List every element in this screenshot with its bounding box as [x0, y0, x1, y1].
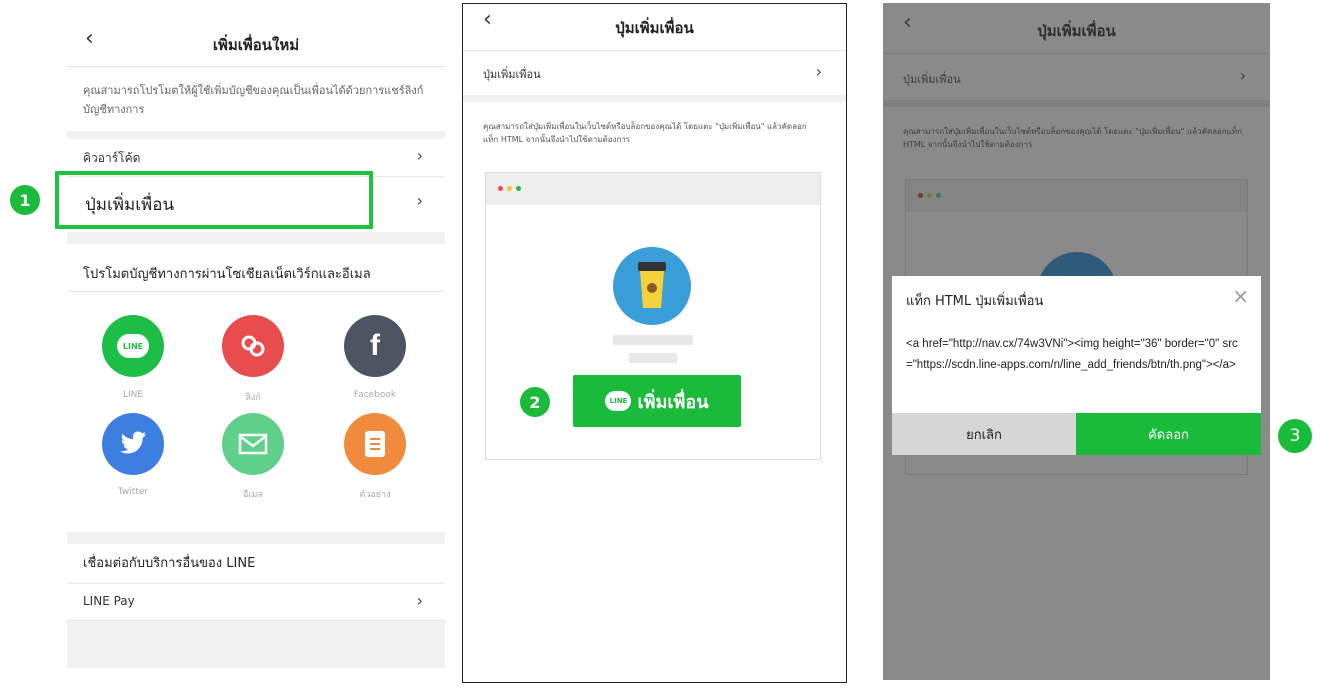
close-icon[interactable]: × [1232, 284, 1249, 308]
twitter-icon [120, 431, 146, 454]
share-link-label: ลิงก์ [245, 393, 261, 403]
share-twitter-label: Twitter [117, 487, 149, 497]
placeholder-bar [613, 335, 693, 345]
html-tag-dialog: แท็ก HTML ปุ่มเพิ่มเพื่อน × <a href="htt… [892, 276, 1261, 455]
page-description: คุณสามารถโปรโมตให้ผู้ใช้เพิ่มบัญชีของคุณ… [83, 84, 424, 116]
share-facebook-label: Facebook [353, 390, 397, 400]
cancel-button-label: ยกเลิก [966, 427, 1002, 443]
coffee-cup-icon [638, 262, 666, 308]
copy-button-label: คัดลอก [1148, 427, 1189, 443]
add-friend-line-button[interactable]: LINE เพิ่มเพื่อน [573, 375, 741, 427]
menu-row-label: ปุ่มเพิ่มเพื่อน [483, 68, 541, 81]
menu-row-label: คิวอาร์โค้ด [83, 151, 141, 165]
add-friend-screen: ‹ เพิ่มเพื่อนใหม่ คุณสามารถโปรโมตให้ผู้ใ… [67, 17, 445, 668]
profile-avatar [613, 247, 691, 325]
browser-toolbar [906, 180, 1247, 212]
mail-icon [238, 433, 268, 455]
minimize-dot-icon [507, 186, 512, 191]
step-badge-1: 1 [10, 185, 40, 215]
page-title: ปุ่มเพิ่มเพื่อน [615, 19, 694, 37]
cancel-button[interactable]: ยกเลิก [892, 413, 1076, 455]
menu-row-line-pay[interactable]: LINE Pay › [67, 584, 445, 620]
step-badge-3: 3 [1278, 419, 1312, 453]
menu-row-qr-code[interactable]: คิวอาร์โค้ด › [67, 139, 445, 172]
line-logo-icon: LINE [605, 391, 632, 411]
placeholder-bar [629, 353, 677, 363]
dialog-title: แท็ก HTML ปุ่มเพิ่มเพื่อน [906, 294, 1044, 309]
highlight-box [55, 171, 373, 229]
facebook-icon: f [370, 329, 380, 362]
chevron-right-icon: › [815, 62, 822, 81]
close-dot-icon [918, 193, 923, 198]
menu-row-add-friend-button[interactable]: ปุ่มเพิ่มเพื่อน › [883, 54, 1270, 100]
add-friend-button-screen: ‹ ปุ่มเพิ่มเพื่อน ปุ่มเพิ่มเพื่อน › คุณส… [462, 3, 847, 683]
html-code-text[interactable]: <a href="http://nav.cx/74w3VNi"><img hei… [906, 334, 1246, 376]
menu-row-label: LINE Pay [83, 594, 135, 608]
share-line-label: LINE [122, 390, 144, 400]
browser-toolbar [486, 173, 820, 205]
menu-row-label: ปุ่มเพิ่มเพื่อน [903, 73, 961, 86]
page-title: เพิ่มเพื่อนใหม่ [212, 36, 300, 54]
share-preview-button[interactable] [344, 413, 406, 475]
maximize-dot-icon [516, 186, 521, 191]
maximize-dot-icon [936, 193, 941, 198]
page-description: คุณสามารถใส่ปุ่มเพิ่มเพื่อนในเว็บไซต์หรื… [483, 122, 807, 144]
document-icon [365, 431, 385, 457]
share-link-button[interactable] [222, 315, 284, 377]
menu-row-add-friend-button[interactable]: ปุ่มเพิ่มเพื่อน › [463, 51, 846, 95]
chevron-right-icon: › [1239, 66, 1246, 85]
step-badge-2: 2 [520, 387, 550, 417]
promo-heading: โปรโมตบัญชีทางการผ่านโซเชียลเน็ตเวิร์กแล… [83, 267, 371, 282]
share-twitter-button[interactable] [102, 413, 164, 475]
share-line-button[interactable]: LINE [102, 315, 164, 377]
link-icon [241, 335, 265, 357]
copy-button[interactable]: คัดลอก [1076, 413, 1261, 455]
close-dot-icon [498, 186, 503, 191]
connect-heading: เชื่อมต่อกับบริการอื่นของ LINE [83, 556, 256, 571]
chevron-right-icon: › [416, 591, 423, 610]
share-email-label: อีเมล [243, 490, 263, 500]
add-friend-label: เพิ่มเพื่อน [637, 391, 709, 413]
page-description: คุณสามารถใส่ปุ่มเพิ่มเพื่อนในเว็บไซต์หรื… [903, 127, 1242, 149]
share-preview-label: ตัวอย่าง [359, 490, 391, 500]
share-email-button[interactable] [222, 413, 284, 475]
share-facebook-button[interactable]: f [344, 315, 406, 377]
chevron-right-icon: › [416, 191, 423, 210]
page-title: ปุ่มเพิ่มเพื่อน [1037, 22, 1116, 40]
line-icon: LINE [117, 334, 149, 358]
minimize-dot-icon [927, 193, 932, 198]
chevron-right-icon: › [416, 146, 423, 165]
